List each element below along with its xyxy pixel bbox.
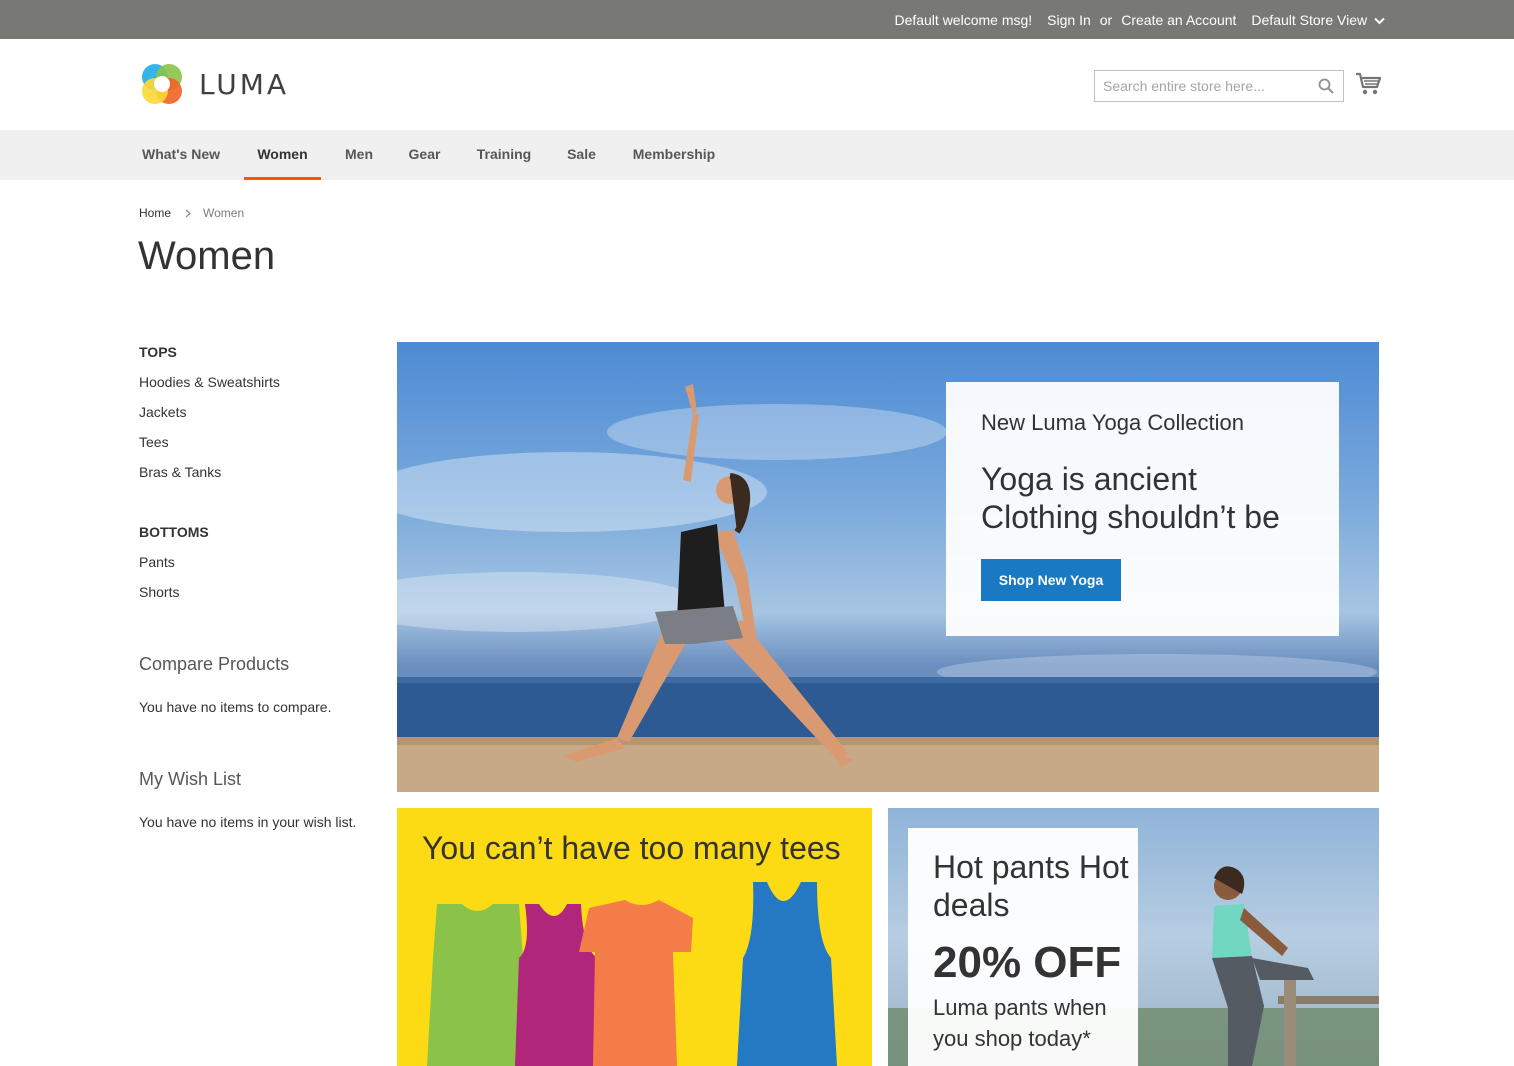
pants-promo-offer: 20% OFF <box>933 938 1122 987</box>
nav-item-women[interactable]: Women <box>244 130 321 180</box>
welcome-message: Default welcome msg! <box>894 11 1033 28</box>
store-view-label: Default Store View <box>1251 11 1368 28</box>
search-icon[interactable] <box>1318 78 1334 94</box>
top-links: Default welcome msg! Sign In or Create a… <box>894 0 1385 39</box>
hero-banner[interactable]: New Luma Yoga Collection Yoga is ancient… <box>397 342 1379 792</box>
hero-card: New Luma Yoga Collection Yoga is ancient… <box>946 382 1339 636</box>
category-link-pants[interactable]: Pants <box>139 554 175 570</box>
site-header: LUMA <box>0 39 1514 130</box>
wishlist-empty-note: You have no items in your wish list. <box>139 814 357 830</box>
breadcrumb-current: Women <box>203 206 245 220</box>
nav-item-men[interactable]: Men <box>343 130 375 180</box>
nav-item-whats-new[interactable]: What's New <box>139 130 223 180</box>
cart-icon[interactable] <box>1355 72 1381 96</box>
top-bar: Default welcome msg! Sign In or Create a… <box>0 0 1514 39</box>
nav-item-sale[interactable]: Sale <box>566 130 597 180</box>
category-link-bras-tanks[interactable]: Bras & Tanks <box>139 464 221 480</box>
hero-subtitle: New Luma Yoga Collection <box>981 410 1244 435</box>
nav-item-training[interactable]: Training <box>474 130 534 180</box>
page-title: Women <box>138 234 276 278</box>
hero-headline: Yoga is ancient Clothing shouldn’t be <box>981 461 1280 535</box>
logo-link[interactable]: LUMA <box>139 61 289 107</box>
wishlist-title: My Wish List <box>139 769 242 789</box>
sign-in-link[interactable]: Sign In <box>1047 12 1091 28</box>
shop-new-yoga-button[interactable]: Shop New Yoga <box>981 559 1121 601</box>
category-link-shorts[interactable]: Shorts <box>139 584 179 600</box>
category-link-hoodies[interactable]: Hoodies & Sweatshirts <box>139 374 280 390</box>
nav-item-membership[interactable]: Membership <box>629 130 719 180</box>
chevron-right-icon <box>185 209 191 217</box>
or-text: or <box>1099 11 1113 28</box>
category-link-tees[interactable]: Tees <box>139 434 169 450</box>
pants-promo-banner[interactable]: Hot pants Hot deals 20% OFF Luma pants w… <box>888 808 1379 1066</box>
category-link-jackets[interactable]: Jackets <box>139 404 186 420</box>
pants-promo-description: Luma pants when you shop today* <box>933 995 1107 1051</box>
pants-promo-card: Hot pants Hot deals 20% OFF Luma pants w… <box>908 828 1138 1066</box>
luma-logo-icon <box>142 64 182 104</box>
search-input[interactable] <box>1095 71 1305 101</box>
compare-products-title: Compare Products <box>139 654 290 674</box>
pants-promo-headline: Hot pants Hot deals <box>933 849 1129 923</box>
breadcrumb-home-link[interactable]: Home <box>139 206 171 220</box>
tees-promo-title: You can’t have too many tees <box>422 830 841 866</box>
chevron-down-icon <box>1374 17 1385 24</box>
logo-text: LUMA <box>199 67 290 101</box>
store-view-switcher[interactable]: Default Store View <box>1251 12 1385 28</box>
nav-item-gear[interactable]: Gear <box>407 130 442 180</box>
compare-empty-note: You have no items to compare. <box>139 699 332 715</box>
breadcrumb: Home Women <box>139 206 244 220</box>
search-box <box>1094 70 1344 102</box>
tops-heading: TOPS <box>139 344 177 360</box>
main-navigation: What's New Women Men Gear Training Sale … <box>0 130 1514 180</box>
tees-promo-banner[interactable]: You can’t have too many tees <box>397 808 872 1066</box>
bottoms-heading: BOTTOMS <box>139 524 209 540</box>
create-account-link[interactable]: Create an Account <box>1121 12 1236 28</box>
